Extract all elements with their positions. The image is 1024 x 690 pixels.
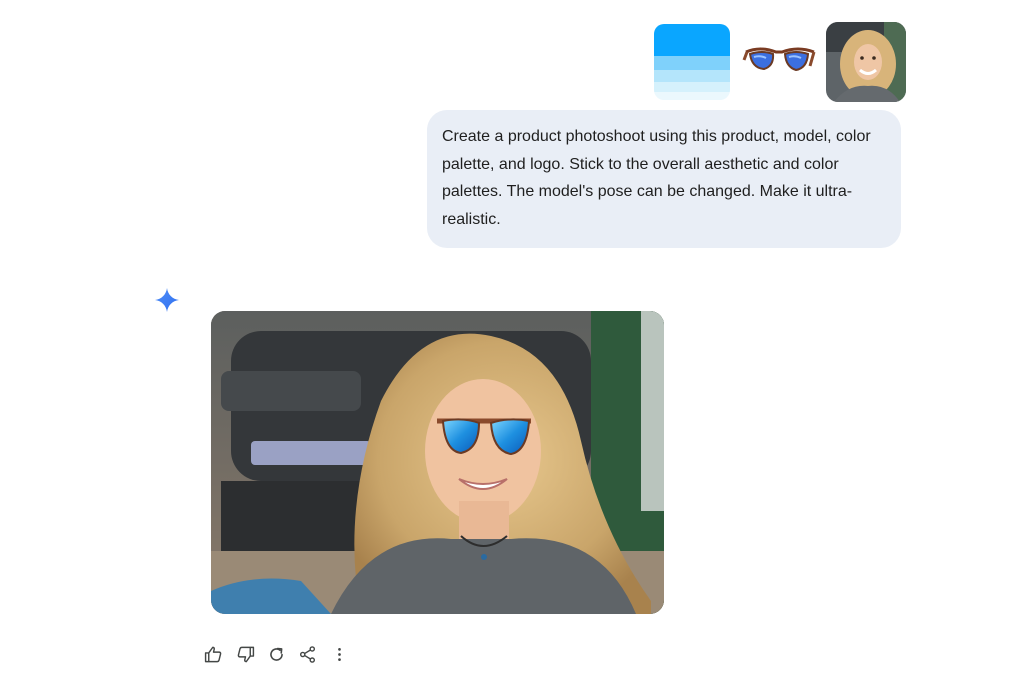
share-button[interactable]	[294, 640, 320, 668]
model-photo-image	[826, 22, 906, 102]
regenerate-button[interactable]	[263, 640, 289, 668]
palette-swatch	[654, 82, 730, 92]
generated-image[interactable]	[211, 311, 664, 614]
gemini-spark-icon	[155, 288, 179, 312]
sunglasses-product-thumbnail[interactable]	[740, 22, 818, 100]
more-options-button[interactable]	[326, 640, 352, 668]
thumbs-up-button[interactable]	[200, 640, 226, 668]
thumbs-up-icon	[204, 646, 221, 662]
palette-swatch	[654, 70, 730, 82]
palette-swatch	[654, 56, 730, 70]
thumbs-down-button[interactable]	[232, 640, 258, 668]
generated-photo	[211, 311, 664, 614]
sunglasses-image	[742, 47, 816, 72]
palette-swatch	[654, 92, 730, 100]
model-photo-thumbnail[interactable]	[826, 22, 906, 102]
share-icon	[299, 645, 315, 663]
attachment-thumbnails	[654, 22, 906, 102]
regenerate-icon	[269, 647, 283, 661]
thumbs-down-icon	[237, 646, 254, 662]
more-vert-icon	[337, 647, 341, 661]
color-palette-thumbnail[interactable]	[654, 24, 730, 100]
palette-swatch	[654, 24, 730, 56]
user-message-bubble: Create a product photoshoot using this p…	[427, 110, 901, 248]
user-message-text: Create a product photoshoot using this p…	[442, 128, 871, 228]
